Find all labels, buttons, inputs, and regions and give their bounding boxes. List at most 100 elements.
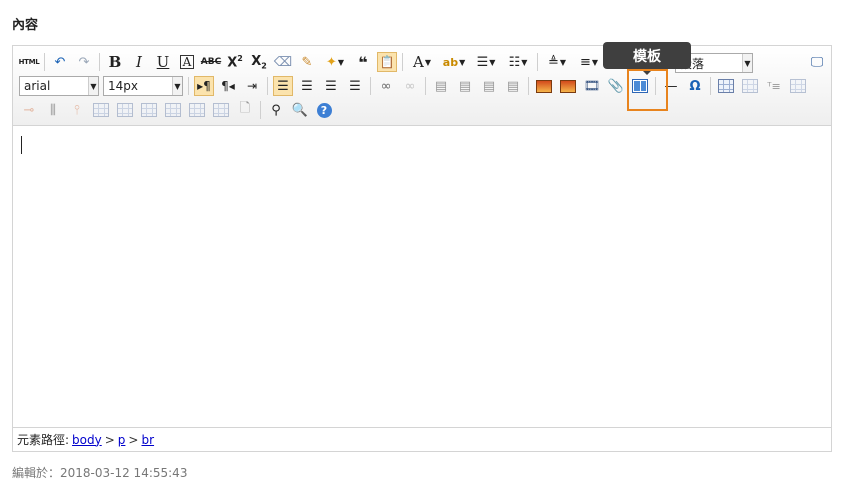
align-center-icon: ☰	[301, 78, 313, 94]
subscript-icon: X2	[251, 53, 267, 71]
strikethrough-button[interactable]: ABC	[201, 52, 221, 72]
link-button[interactable]: ∞	[376, 76, 396, 96]
unordered-list-icon: ☷	[508, 54, 521, 70]
paste-plain-button[interactable]: 📋	[377, 52, 397, 72]
insert-table-button[interactable]	[716, 76, 736, 96]
merge-right-icon	[117, 103, 133, 117]
insert-video-button[interactable]: 🎞	[582, 76, 602, 96]
element-path-label: 元素路徑:	[17, 433, 70, 447]
merge-cells-button[interactable]	[91, 100, 111, 120]
image-none-icon: ▤	[434, 78, 448, 94]
insert-col-button[interactable]: ⫼	[43, 100, 63, 120]
indent-button[interactable]: ⇥	[242, 76, 262, 96]
direction-ltr-button[interactable]: ▸¶	[194, 76, 214, 96]
images-icon	[560, 79, 576, 93]
chevron-down-icon: ▼	[88, 77, 98, 95]
delete-col-icon: ⫯	[74, 102, 80, 118]
auto-typeset-button[interactable]: ✦ ▼	[321, 52, 349, 72]
font-color-button[interactable]: A ▼	[408, 52, 436, 72]
image-right-button[interactable]: ▤	[479, 76, 499, 96]
unordered-list-button[interactable]: ☷ ▼	[504, 52, 532, 72]
chevron-down-icon: ▼	[591, 57, 599, 67]
line-height-icon: ≜	[547, 54, 559, 70]
magic-wand-icon: ✦	[325, 54, 337, 70]
insert-paragraph-before-table-button[interactable]: ᵀ≡	[764, 76, 784, 96]
underline-button[interactable]: U	[153, 52, 173, 72]
help-button[interactable]: ?	[314, 100, 334, 120]
split-to-rows-button[interactable]	[187, 100, 207, 120]
paragraph-spacing-button[interactable]: ≡ ▼	[575, 52, 603, 72]
image-center-button[interactable]: ▤	[503, 76, 523, 96]
unlink-icon: ∞	[404, 78, 416, 94]
align-right-button[interactable]: ☰	[321, 76, 341, 96]
text-cursor	[21, 136, 22, 154]
search-replace-button[interactable]: ⚲	[266, 100, 286, 120]
delete-table-button[interactable]	[740, 76, 760, 96]
insert-row-button[interactable]	[788, 76, 808, 96]
highlight-color-button[interactable]: ab ▼	[440, 52, 468, 72]
undo-button[interactable]: ↶	[50, 52, 70, 72]
fullscreen-button[interactable]: 🖵	[807, 52, 827, 72]
binoculars-icon: ⚲	[271, 102, 281, 118]
merge-right-button[interactable]	[115, 100, 135, 120]
delete-row-button[interactable]: ⊸	[19, 100, 39, 120]
merge-down-button[interactable]	[139, 100, 159, 120]
align-right-icon: ☰	[325, 78, 337, 94]
image-left-button[interactable]: ▤	[455, 76, 475, 96]
delete-col-button[interactable]: ⫯	[67, 100, 87, 120]
table-paragraph-icon: ᵀ≡	[767, 79, 781, 93]
line-height-button[interactable]: ≜ ▼	[543, 52, 571, 72]
separator	[267, 77, 268, 95]
split-to-cols-button[interactable]	[211, 100, 231, 120]
table-icon	[718, 79, 734, 93]
path-link-br[interactable]: br	[141, 433, 154, 447]
separator	[537, 53, 538, 71]
chevron-down-icon: ▼	[172, 77, 182, 95]
paragraph-spacing-icon: ≡	[579, 54, 591, 70]
path-link-body[interactable]: body	[72, 433, 102, 447]
italic-button[interactable]: I	[129, 52, 149, 72]
editor-content-area[interactable]	[13, 127, 831, 427]
editor-toolbar: HTML ↶ ↷ B I U A ABC X2 X2 ⌫ ✎ ✦ ▼ ❝ 📋 A ▼…	[13, 46, 831, 126]
chevron-down-icon: ▼	[337, 57, 345, 67]
separator	[370, 77, 371, 95]
path-link-p[interactable]: p	[118, 433, 126, 447]
font-size-select[interactable]: 14px ▼	[103, 76, 183, 96]
blockquote-button[interactable]: ❝	[353, 52, 373, 72]
delete-row-icon: ⊸	[23, 102, 35, 118]
ltr-icon: ▸¶	[197, 79, 211, 93]
format-painter-button[interactable]: ✎	[297, 52, 317, 72]
image-none-button[interactable]: ▤	[431, 76, 451, 96]
align-justify-button[interactable]: ☰	[345, 76, 365, 96]
special-chars-button[interactable]: Ω	[685, 76, 705, 96]
source-html-button[interactable]: HTML	[19, 52, 40, 72]
help-icon: ?	[316, 102, 332, 118]
separator	[425, 77, 426, 95]
font-border-button[interactable]: A	[177, 52, 197, 72]
bold-button[interactable]: B	[105, 52, 125, 72]
ordered-list-button[interactable]: ☰ ▼	[472, 52, 500, 72]
attachment-button[interactable]: 📎	[606, 76, 626, 96]
direction-rtl-button[interactable]: ¶◂	[218, 76, 238, 96]
preview-button[interactable]: 🔍	[290, 100, 310, 120]
print-button[interactable]: 🗋	[235, 100, 255, 120]
split-cols-icon	[213, 103, 229, 117]
insert-image-button[interactable]	[534, 76, 554, 96]
film-icon: 🎞	[583, 78, 601, 94]
subscript-button[interactable]: X2	[249, 52, 269, 72]
separator	[99, 53, 100, 71]
align-center-button[interactable]: ☰	[297, 76, 317, 96]
font-family-select[interactable]: arial ▼	[19, 76, 99, 96]
superscript-button[interactable]: X2	[225, 52, 245, 72]
link-icon: ∞	[380, 78, 392, 94]
unlink-button[interactable]: ∞	[400, 76, 420, 96]
redo-button[interactable]: ↷	[74, 52, 94, 72]
align-left-button[interactable]: ☰	[273, 76, 293, 96]
indent-icon: ⇥	[246, 79, 258, 93]
split-to-cells-button[interactable]	[163, 100, 183, 120]
multi-image-button[interactable]	[558, 76, 578, 96]
split-cells-icon	[165, 103, 181, 117]
brush-icon: ✎	[301, 54, 313, 70]
remove-format-button[interactable]: ⌫	[273, 52, 293, 72]
separator	[188, 77, 189, 95]
